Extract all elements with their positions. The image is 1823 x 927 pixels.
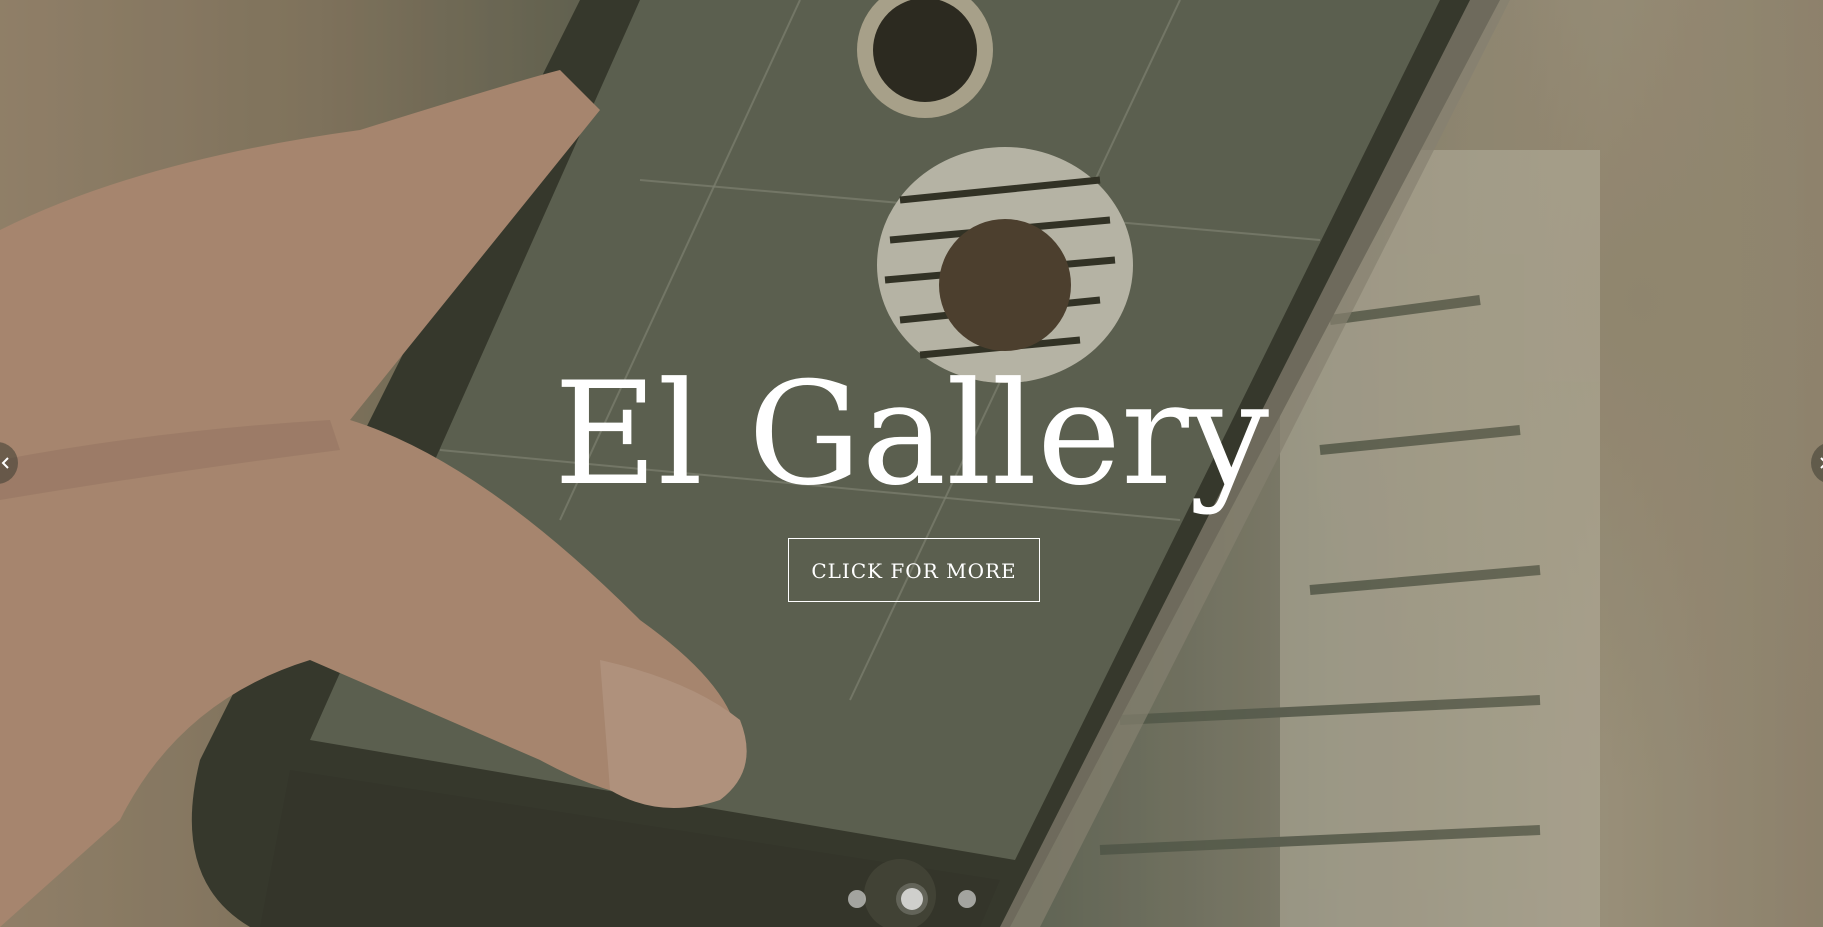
click-for-more-button[interactable]: CLICK FOR MORE <box>788 538 1040 602</box>
hero-slider: El Gallery CLICK FOR MORE <box>0 0 1823 927</box>
chevron-right-icon <box>1820 457 1823 469</box>
slider-dot-3[interactable] <box>958 890 976 908</box>
chevron-left-icon <box>1 457 9 469</box>
hero-title: El Gallery <box>553 352 1270 517</box>
slider-dot-1[interactable] <box>848 890 866 908</box>
slider-dot-2[interactable] <box>901 888 923 910</box>
